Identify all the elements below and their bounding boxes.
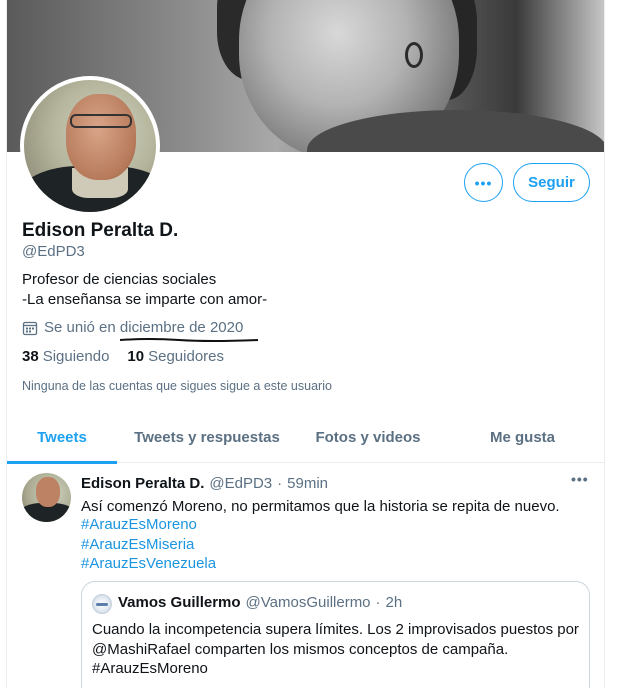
tab-media[interactable]: Fotos y videos [297, 412, 439, 463]
quoted-text-line: @MashiRafael comparten los mismos concep… [92, 640, 509, 658]
handwritten-underline [119, 338, 259, 342]
tab-likes[interactable]: Me gusta [439, 412, 604, 463]
profile-page: ••• Seguir Edison Peralta D. @EdPD3 Prof… [6, 0, 605, 688]
quoted-tweet[interactable]: Vamos Guillermo @VamosGuillermo · 2h Cua… [81, 581, 590, 688]
tweet-header: Edison Peralta D. @EdPD3 · 59min [81, 475, 328, 492]
more-horizontal-icon: ••• [474, 174, 493, 191]
profile-tabs: Tweets Tweets y respuestas Fotos y video… [7, 412, 604, 464]
avatar-image-part [36, 477, 60, 507]
quoted-tweet-avatar[interactable] [92, 594, 112, 614]
profile-avatar[interactable] [20, 76, 160, 216]
follow-button[interactable]: Seguir [513, 163, 590, 202]
profile-name: Edison Peralta D. [22, 220, 179, 241]
avatar-image-part [66, 94, 136, 180]
more-options-button[interactable]: ••• [464, 163, 503, 202]
tweet-text: Así comenzó Moreno, no permitamos que la… [81, 498, 560, 515]
profile-bio-line: Profesor de ciencias sociales [22, 271, 217, 288]
calendar-icon [22, 321, 38, 335]
tweet-avatar[interactable] [22, 473, 71, 522]
hashtag-link[interactable]: #ArauzEsMiseria [81, 535, 216, 555]
quoted-author-name: Vamos Guillermo [118, 594, 241, 611]
tweet-author-handle[interactable]: @EdPD3 [209, 475, 272, 492]
tab-tweets[interactable]: Tweets [7, 412, 117, 464]
join-date-text: Se unió en diciembre de 2020 [44, 319, 244, 336]
avatar-image-part [70, 114, 132, 128]
tweet[interactable]: Edison Peralta D. @EdPD3 · 59min ••• Así… [7, 463, 604, 688]
tweet-time[interactable]: 59min [287, 475, 328, 492]
quoted-time: 2h [385, 594, 403, 611]
tab-tweets-and-replies[interactable]: Tweets y respuestas [117, 412, 297, 463]
tweet-separator: · [277, 475, 283, 492]
mutual-followers-note: Ninguna de las cuentas que sigues sigue … [22, 379, 332, 393]
quoted-author-handle: @VamosGuillermo [245, 594, 371, 611]
join-date: Se unió en diciembre de 2020 [22, 319, 243, 336]
hashtag-link[interactable]: #ArauzEsVenezuela [81, 554, 216, 574]
quoted-tweet-header: Vamos Guillermo @VamosGuillermo · 2h [118, 594, 402, 611]
hashtag-link[interactable]: #ArauzEsMoreno [81, 515, 216, 535]
following-link[interactable]: 38 Siguiendo [22, 348, 109, 365]
banner-image-part [405, 42, 423, 68]
quoted-text-line: #ArauzEsMoreno [92, 660, 208, 677]
tweet-hashtags: #ArauzEsMoreno #ArauzEsMiseria #ArauzEsV… [81, 515, 216, 574]
followers-link[interactable]: 10 Seguidores [127, 348, 224, 365]
quoted-tweet-text: Cuando la incompetencia supera límites. … [92, 620, 582, 679]
profile-handle: @EdPD3 [22, 243, 85, 260]
quoted-text-line: Cuando la incompetencia supera límites. … [92, 621, 579, 638]
follow-stats: 38 Siguiendo 10 Seguidores [22, 348, 224, 365]
profile-bio-line: -La enseñansa se imparte con amor- [22, 291, 268, 308]
tweet-author-name[interactable]: Edison Peralta D. [81, 475, 204, 492]
quoted-separator: · [375, 594, 381, 611]
more-horizontal-icon[interactable]: ••• [571, 471, 589, 487]
